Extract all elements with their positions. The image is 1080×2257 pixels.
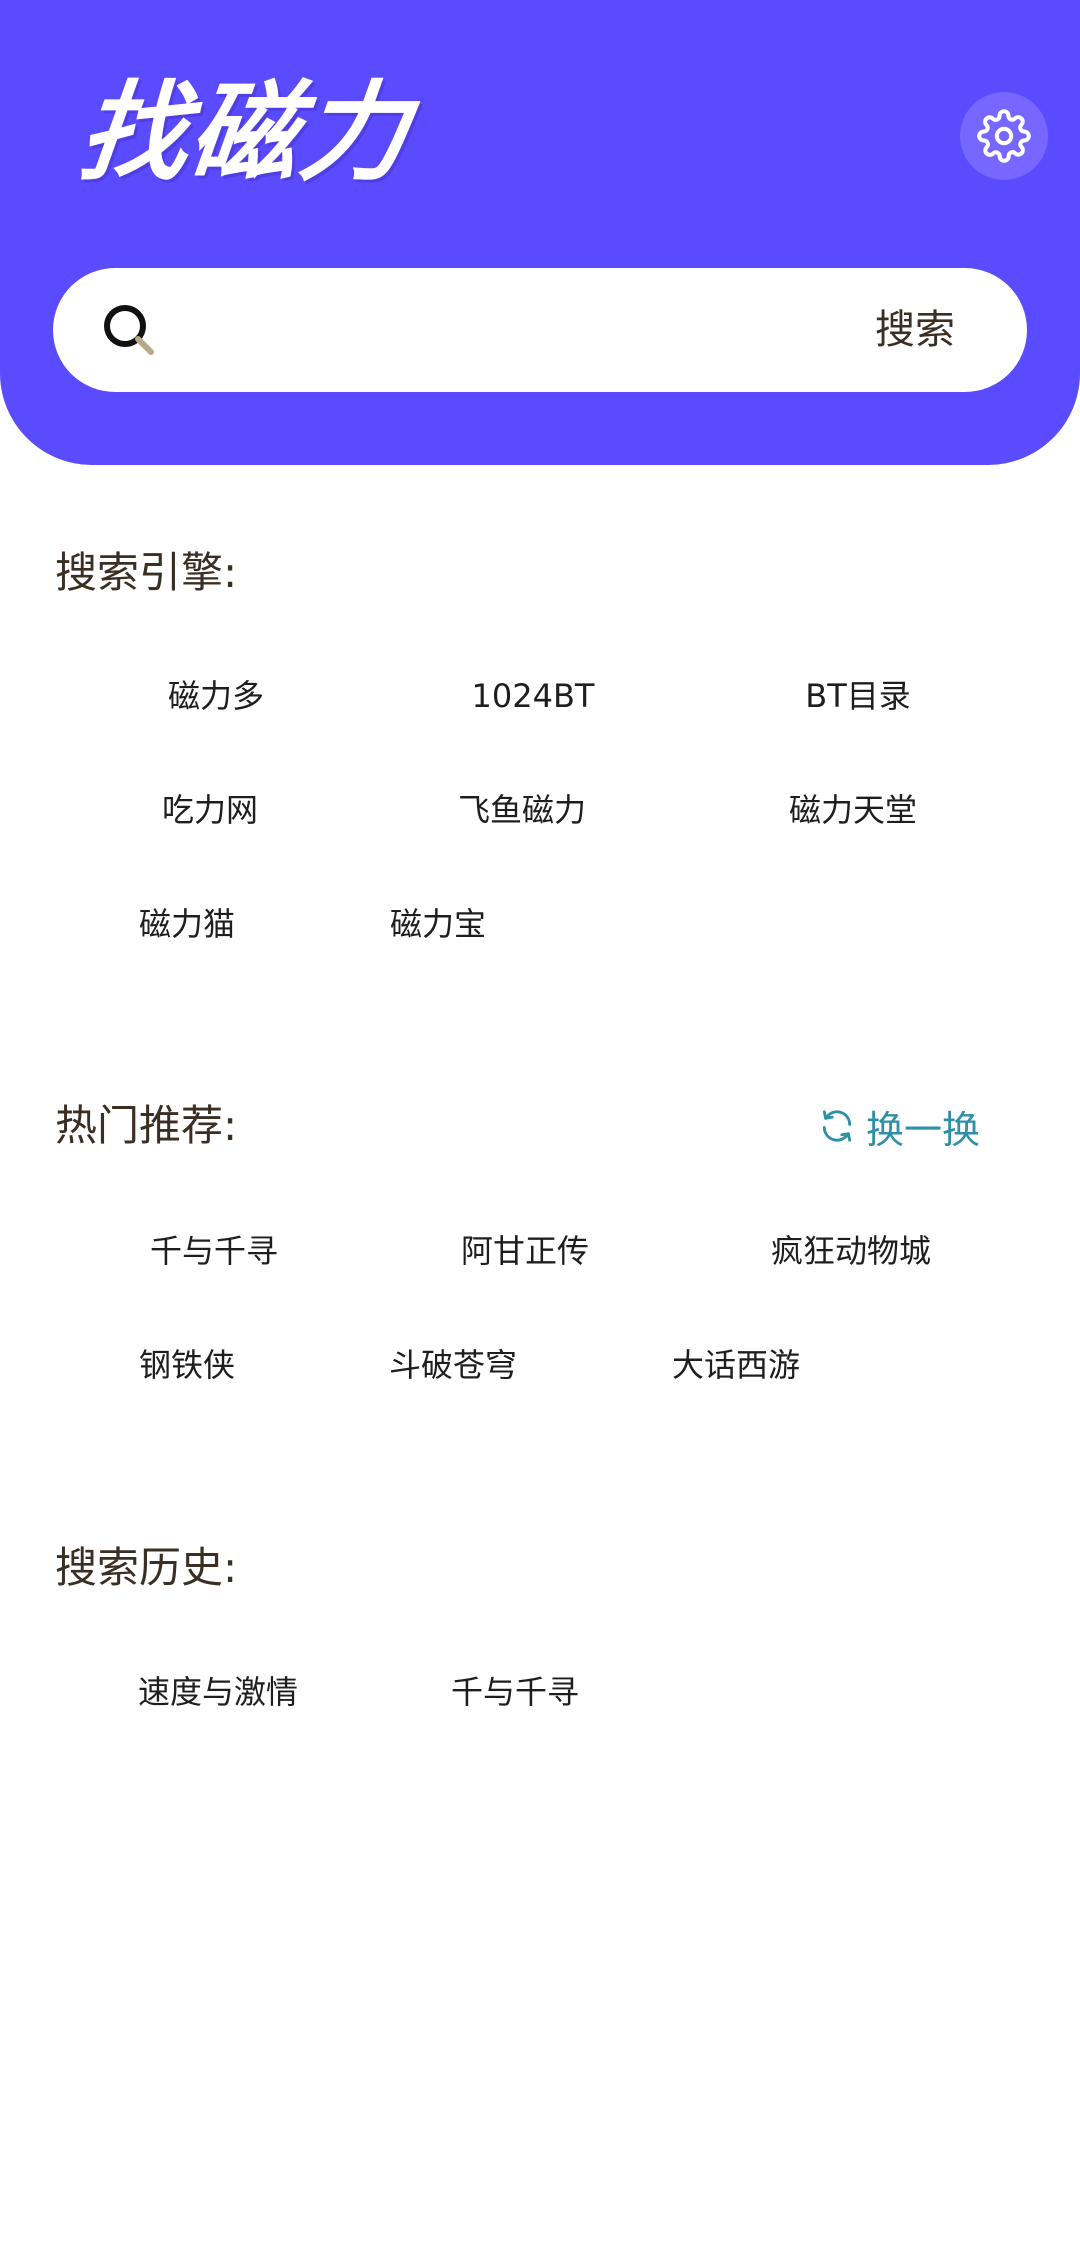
engine-tag[interactable]: 磁力多 xyxy=(168,674,264,718)
engine-tag[interactable]: 1024BT xyxy=(472,674,595,718)
refresh-button[interactable]: 换一换 xyxy=(818,1098,980,1154)
history-title: 搜索历史: xyxy=(55,1543,238,1592)
hot-tag[interactable]: 大话西游 xyxy=(672,1343,800,1387)
engines-title: 搜索引擎: xyxy=(55,548,238,597)
search-input[interactable] xyxy=(185,298,789,364)
search-bar: 搜索 xyxy=(53,268,1027,392)
hot-tag[interactable]: 疯狂动物城 xyxy=(771,1229,931,1273)
gear-icon xyxy=(977,109,1031,163)
engine-tag[interactable]: BT目录 xyxy=(805,674,911,718)
hot-tag[interactable]: 千与千寻 xyxy=(150,1229,278,1273)
hot-tag[interactable]: 斗破苍穹 xyxy=(389,1343,517,1387)
engine-tag[interactable]: 磁力宝 xyxy=(390,902,486,946)
engine-tag[interactable]: 磁力猫 xyxy=(139,902,235,946)
header: 找磁力 搜索 xyxy=(0,0,1080,465)
search-icon xyxy=(104,305,154,355)
engine-tag[interactable]: 飞鱼磁力 xyxy=(458,788,586,832)
engine-tag[interactable]: 磁力天堂 xyxy=(789,788,917,832)
hot-title: 热门推荐: xyxy=(55,1101,238,1150)
history-tag[interactable]: 千与千寻 xyxy=(451,1670,579,1714)
engine-tag[interactable]: 吃力网 xyxy=(162,788,258,832)
app-logo: 找磁力 xyxy=(73,71,417,196)
hot-tag[interactable]: 钢铁侠 xyxy=(139,1343,235,1387)
refresh-icon xyxy=(822,1110,852,1142)
settings-button[interactable] xyxy=(960,92,1048,180)
refresh-label: 换一换 xyxy=(866,1107,981,1152)
hot-tag[interactable]: 阿甘正传 xyxy=(461,1229,589,1273)
search-button[interactable]: 搜索 xyxy=(875,298,955,362)
history-tag[interactable]: 速度与激情 xyxy=(138,1670,298,1714)
